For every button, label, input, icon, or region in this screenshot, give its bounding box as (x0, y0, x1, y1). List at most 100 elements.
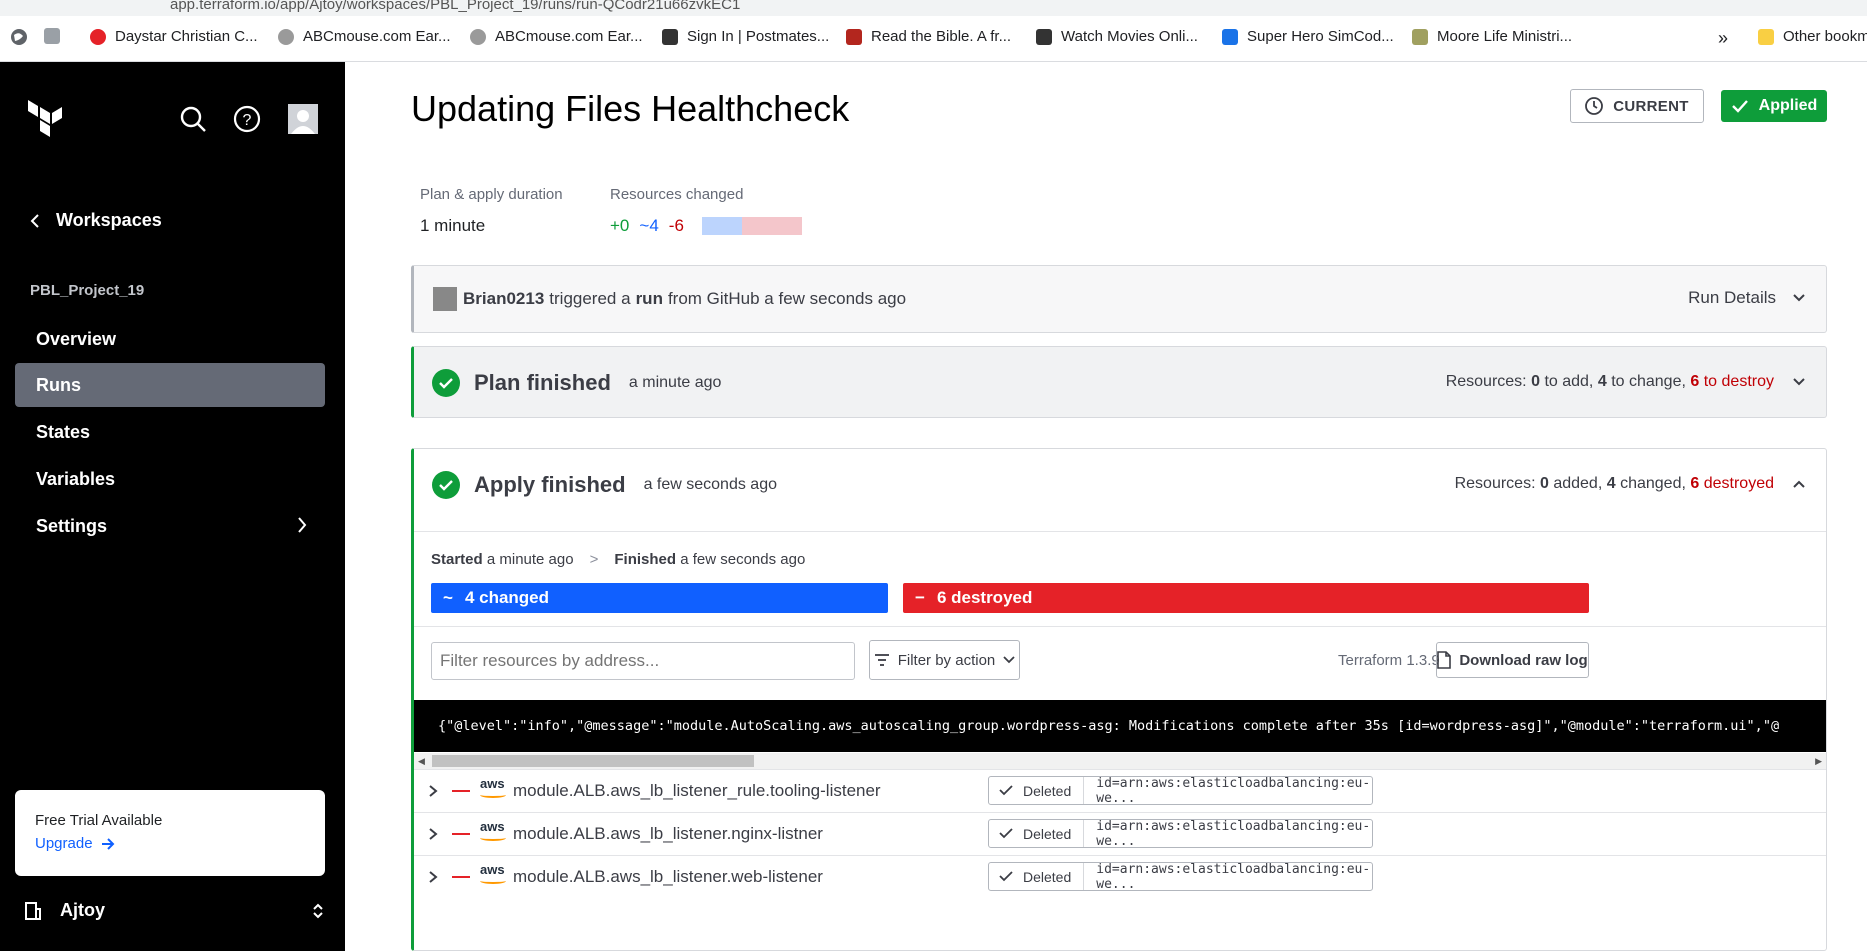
terraform-logo-icon[interactable] (24, 98, 66, 140)
apply-resources[interactable]: Resources: 0 added, 4 changed, 6 destroy… (1455, 475, 1806, 493)
trigger-user: Brian0213 (463, 289, 545, 308)
destroyed-bar-segment (741, 217, 802, 235)
resource-row[interactable]: aws module.ALB.aws_lb_listener.web-liste… (414, 855, 1826, 898)
current-button[interactable]: CURRENT (1570, 89, 1704, 123)
other-bookmarks[interactable]: Other bookm (1758, 28, 1867, 45)
run-trigger-row[interactable]: Brian0213 triggered a run from GitHub a … (411, 265, 1827, 333)
bookmark-4[interactable]: Read the Bible. A fr... (846, 28, 1011, 45)
chevron-up-down-icon (313, 903, 323, 918)
arrow-right-icon (101, 837, 114, 850)
bookmark-3[interactable]: Sign In | Postmates... (662, 28, 829, 45)
main-content: Updating Files Healthcheck CURRENT Appli… (345, 62, 1867, 951)
bookmark-favicon-icon (1412, 28, 1428, 45)
organization-switcher[interactable]: Ajtoy (24, 900, 324, 921)
plan-title: Plan finished (474, 370, 611, 395)
chevron-right-icon[interactable] (428, 784, 438, 798)
chevron-right-icon[interactable] (428, 870, 438, 884)
chevron-right-icon[interactable] (428, 827, 438, 841)
user-avatar (433, 287, 457, 311)
destroy-marker-icon (452, 876, 470, 878)
chevron-up-icon (1793, 480, 1805, 488)
svg-text:?: ? (243, 112, 252, 129)
help-icon[interactable]: ? (232, 104, 262, 134)
page-icon[interactable] (44, 28, 69, 44)
trial-title: Free Trial Available (35, 812, 163, 829)
nav-runs[interactable]: Runs (15, 363, 325, 407)
duration-value: 1 minute (420, 216, 486, 235)
run-details-toggle[interactable]: Run Details (1688, 288, 1806, 308)
chevron-left-icon (30, 213, 39, 228)
globe-icon[interactable] (10, 28, 28, 46)
log-horizontal-scrollbar[interactable]: ◀ ▶ (414, 753, 1826, 769)
bookmarks-overflow[interactable]: » (1718, 28, 1728, 49)
changed-count: ~4 (639, 216, 659, 235)
bookmark-5[interactable]: Watch Movies Onli... (1036, 28, 1198, 45)
resource-status-pill: Deleted id=arn:aws:elasticloadbalancing:… (988, 776, 1373, 806)
scroll-right-icon[interactable]: ▶ (1815, 756, 1822, 767)
nav-variables[interactable]: Variables (15, 457, 325, 501)
chevron-right-icon (298, 517, 307, 533)
nav-settings[interactable]: Settings (15, 504, 325, 548)
resource-row[interactable]: aws module.ALB.aws_lb_listener.nginx-lis… (414, 812, 1826, 855)
bookmark-1[interactable]: ABCmouse.com Ear... (278, 28, 451, 45)
free-trial-card: Free Trial Available Upgrade (15, 790, 325, 876)
success-check-icon (432, 369, 460, 397)
resource-row[interactable]: aws module.ALB.aws_lb_listener_rule.tool… (414, 769, 1826, 812)
resources-changed-counts: +0 ~4 -6 (610, 216, 802, 236)
plan-finished-panel[interactable]: Plan finished a minute ago Resources: 0 … (411, 346, 1827, 418)
bookmark-0[interactable]: Daystar Christian C... (90, 28, 258, 45)
destroyed-count: -6 (668, 216, 684, 235)
aws-logo-icon: aws (480, 862, 505, 877)
success-check-icon (432, 471, 460, 499)
changed-summary-bar[interactable]: ~ 4 changed (431, 583, 888, 613)
apply-title: Apply finished (474, 472, 626, 497)
bookmark-favicon-icon (846, 28, 862, 45)
terraform-version: Terraform 1.3.9 (1338, 652, 1440, 669)
scroll-left-icon[interactable]: ◀ (418, 756, 425, 767)
status-badge: Applied (1721, 90, 1827, 122)
filter-resources-input[interactable] (431, 642, 855, 680)
chevron-down-icon (1793, 378, 1805, 386)
chevron-down-icon (1003, 656, 1015, 664)
bookmark-6[interactable]: Super Hero SimCod... (1222, 28, 1394, 45)
apply-timeline: Started a minute ago > Finished a few se… (431, 551, 806, 568)
download-raw-log-button[interactable]: Download raw log (1436, 642, 1589, 678)
document-icon (1437, 651, 1452, 669)
resource-address: module.ALB.aws_lb_listener.web-listener (513, 867, 823, 886)
destroyed-summary-bar[interactable]: − 6 destroyed (903, 583, 1589, 613)
nav-states[interactable]: States (15, 410, 325, 454)
bookmark-favicon-icon (662, 28, 678, 45)
bookmarks-bar: Daystar Christian C... ABCmouse.com Ear.… (0, 16, 1867, 62)
resource-status-pill: Deleted id=arn:aws:elasticloadbalancing:… (988, 819, 1373, 849)
filter-icon (874, 654, 889, 666)
destroy-marker-icon (452, 833, 470, 835)
sidebar: ? Workspaces PBL_Project_19 Overview Run… (0, 62, 345, 951)
run-link: run (635, 289, 663, 308)
address-bar[interactable]: app.terraform.io/app/Ajtoy/workspaces/PB… (0, 0, 1867, 16)
tilde-icon: ~ (443, 588, 453, 607)
changed-bar-segment (701, 217, 742, 235)
search-icon[interactable] (178, 104, 208, 134)
check-icon (999, 785, 1013, 796)
scrollbar-thumb[interactable] (432, 755, 754, 767)
page-title: Updating Files Healthcheck (411, 88, 850, 129)
clock-icon (1585, 97, 1604, 115)
resources-changed-label: Resources changed (610, 186, 744, 203)
check-icon (999, 828, 1013, 839)
bookmark-2[interactable]: ABCmouse.com Ear... (470, 28, 643, 45)
nav-overview[interactable]: Overview (15, 317, 325, 361)
bookmark-favicon-icon (1222, 28, 1238, 45)
back-to-workspaces[interactable]: Workspaces (30, 210, 162, 231)
resources-changed-bar (701, 217, 802, 235)
filter-by-action-button[interactable]: Filter by action (869, 640, 1020, 680)
plan-resources: Resources: 0 to add, 4 to change, 6 to d… (1446, 373, 1806, 391)
bookmark-favicon-icon (470, 28, 486, 45)
bookmark-7[interactable]: Moore Life Ministri... (1412, 28, 1572, 45)
user-avatar-icon[interactable] (288, 104, 318, 134)
log-output: {"@level":"info","@message":"module.Auto… (414, 700, 1826, 752)
aws-logo-icon: aws (480, 819, 505, 834)
upgrade-link[interactable]: Upgrade (35, 835, 305, 852)
apply-time: a few seconds ago (643, 476, 777, 493)
bookmark-favicon-icon (278, 28, 294, 45)
minus-icon: − (915, 588, 925, 607)
